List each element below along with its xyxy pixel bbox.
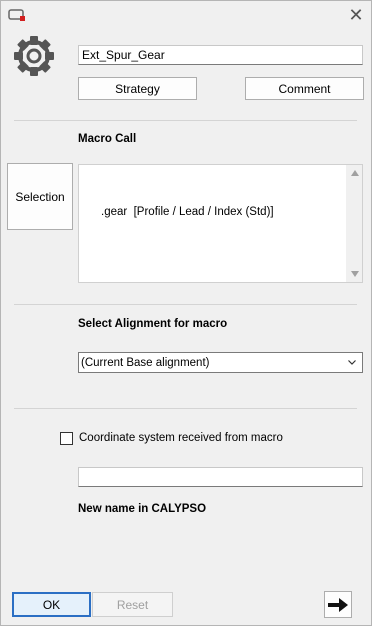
scroll-up-arrow-icon[interactable] <box>351 170 359 176</box>
separator <box>14 304 357 305</box>
close-icon: ✕ <box>348 4 364 25</box>
separator <box>14 120 357 121</box>
macro-call-label: Macro Call <box>78 133 137 145</box>
chevron-down-icon <box>348 360 356 365</box>
alignment-selected-value: (Current Base alignment) <box>81 356 210 369</box>
app-icon <box>8 9 25 21</box>
strategy-button[interactable]: Strategy <box>78 77 197 100</box>
selection-button[interactable]: Selection <box>7 163 73 230</box>
scroll-down-arrow-icon[interactable] <box>351 271 359 277</box>
coordinate-system-label: Coordinate system received from macro <box>79 432 283 444</box>
separator <box>14 408 357 409</box>
new-name-input[interactable] <box>78 467 363 487</box>
alignment-select[interactable]: (Current Base alignment) <box>78 352 363 373</box>
alignment-label: Select Alignment for macro <box>78 318 228 330</box>
macro-name-input[interactable] <box>78 45 363 65</box>
reset-button[interactable]: Reset <box>92 592 173 617</box>
gear-icon <box>14 36 54 76</box>
comment-button[interactable]: Comment <box>245 77 364 100</box>
close-button[interactable]: ✕ <box>344 4 368 26</box>
macro-call-textbox[interactable]: .gear [Profile / Lead / Index (Std)] <box>78 164 363 283</box>
new-name-label: New name in CALYPSO <box>78 503 207 515</box>
arrow-right-icon <box>328 597 348 612</box>
ok-button[interactable]: OK <box>12 592 91 617</box>
coordinate-system-checkbox[interactable] <box>60 432 73 445</box>
next-button[interactable] <box>324 591 352 618</box>
macro-call-text: .gear [Profile / Lead / Index (Std)] <box>101 206 274 218</box>
macro-scrollbar[interactable] <box>346 165 362 282</box>
